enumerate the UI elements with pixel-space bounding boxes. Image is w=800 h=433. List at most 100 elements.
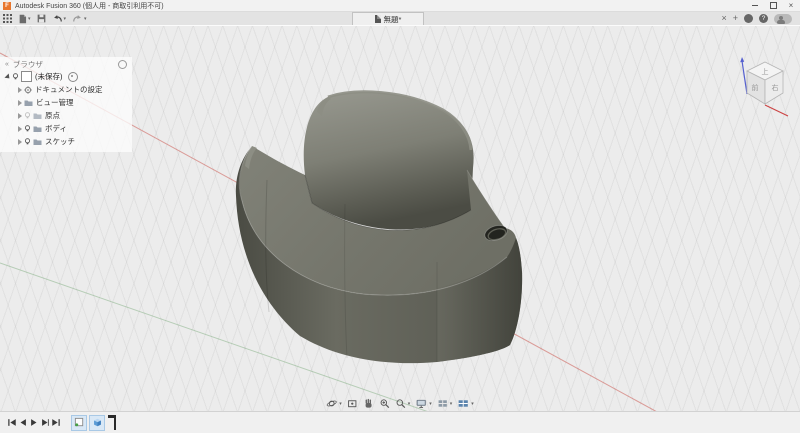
browser-panel: « ブラウザ (未保存) ドキュメントの設定 bbox=[0, 57, 132, 152]
job-status-icon[interactable] bbox=[744, 14, 753, 23]
display-settings-icon[interactable] bbox=[68, 72, 78, 82]
redo-icon bbox=[72, 14, 83, 23]
browser-item-label[interactable]: ドキュメントの設定 bbox=[35, 84, 103, 95]
skip-start-icon bbox=[7, 418, 17, 427]
visibility-bulb-icon[interactable] bbox=[24, 138, 31, 145]
collapsed-triangle-icon[interactable] bbox=[18, 87, 22, 93]
collapsed-triangle-icon[interactable] bbox=[18, 126, 22, 132]
navigation-bar: ▾ bbox=[326, 398, 474, 409]
step-back-button[interactable] bbox=[17, 416, 28, 429]
undo-button[interactable]: ▾ bbox=[52, 13, 67, 24]
sketch-feature[interactable] bbox=[71, 415, 87, 431]
expand-triangle-icon[interactable] bbox=[4, 73, 11, 80]
zoom-icon bbox=[395, 398, 406, 409]
app-grid-menu-button[interactable] bbox=[3, 13, 12, 24]
fusion-logo-icon: F bbox=[3, 2, 11, 10]
window-title: Autodesk Fusion 360 (個人用 - 商取引利用不可) bbox=[15, 1, 164, 11]
browser-item-label[interactable]: ビュー管理 bbox=[36, 97, 74, 108]
tab-bar-right-cluster: × + ? bbox=[721, 14, 800, 24]
user-avatar[interactable] bbox=[774, 14, 792, 24]
document-icon bbox=[375, 15, 381, 23]
collapsed-triangle-icon[interactable] bbox=[18, 100, 22, 106]
file-menu-button[interactable]: ▾ bbox=[18, 13, 31, 24]
skip-to-start-button[interactable] bbox=[6, 416, 17, 429]
dropdown-arrow: ▾ bbox=[84, 16, 87, 22]
play-button[interactable] bbox=[28, 416, 39, 429]
timeline-playback-controls bbox=[6, 416, 61, 429]
minimize-button[interactable] bbox=[746, 0, 764, 11]
extrude-feature[interactable] bbox=[89, 415, 105, 431]
dropdown-arrow: ▾ bbox=[408, 401, 411, 407]
pan-button[interactable] bbox=[363, 398, 374, 409]
viewcube-z-axis bbox=[742, 61, 747, 94]
file-icon bbox=[18, 14, 27, 24]
step-forward-icon bbox=[40, 418, 50, 427]
pan-icon bbox=[363, 398, 374, 409]
collapse-panel-icon[interactable]: « bbox=[5, 61, 9, 68]
step-back-icon bbox=[18, 418, 28, 427]
collapsed-triangle-icon[interactable] bbox=[18, 139, 22, 145]
display-settings-icon bbox=[415, 398, 427, 409]
zoom-window-button[interactable] bbox=[379, 398, 390, 409]
timeline-position-marker[interactable] bbox=[108, 415, 117, 430]
restore-button[interactable] bbox=[764, 0, 782, 11]
marker-stem bbox=[114, 415, 116, 430]
browser-root-row[interactable]: (未保存) bbox=[0, 70, 132, 83]
visibility-bulb-icon[interactable] bbox=[24, 125, 31, 132]
dropdown-arrow: ▾ bbox=[429, 401, 432, 407]
document-tab[interactable]: 無題* bbox=[352, 12, 424, 25]
folder-icon bbox=[33, 125, 42, 133]
viewport-canvas[interactable]: « ブラウザ (未保存) ドキュメントの設定 bbox=[0, 26, 800, 412]
undo-icon bbox=[52, 14, 63, 23]
help-button[interactable]: ? bbox=[759, 14, 768, 23]
browser-info-icon[interactable] bbox=[118, 60, 127, 69]
browser-row-view-management[interactable]: ビュー管理 bbox=[0, 96, 132, 109]
skip-end-icon bbox=[51, 418, 61, 427]
skip-to-end-button[interactable] bbox=[50, 416, 61, 429]
orbit-button[interactable]: ▾ bbox=[326, 398, 342, 409]
root-document-label[interactable]: (未保存) bbox=[35, 71, 63, 82]
browser-row-origin[interactable]: 原点 bbox=[0, 109, 132, 122]
folder-icon bbox=[33, 138, 42, 146]
visibility-bulb-icon[interactable] bbox=[12, 73, 19, 80]
viewports-icon bbox=[457, 398, 469, 409]
visibility-bulb-off-icon[interactable] bbox=[24, 112, 31, 119]
document-node-icon bbox=[21, 71, 32, 82]
close-icon: × bbox=[789, 2, 794, 10]
browser-row-document-settings[interactable]: ドキュメントの設定 bbox=[0, 83, 132, 96]
document-tab-bar: ▾ ▾ ▾ 無題* × + ? bbox=[0, 12, 800, 25]
collapsed-triangle-icon[interactable] bbox=[18, 113, 22, 119]
close-tab-button[interactable]: × bbox=[721, 14, 726, 23]
new-tab-button[interactable]: + bbox=[733, 14, 738, 23]
browser-item-label[interactable]: スケッチ bbox=[45, 136, 75, 147]
redo-button[interactable]: ▾ bbox=[72, 13, 87, 24]
browser-title: ブラウザ bbox=[13, 59, 43, 70]
viewports-button[interactable]: ▾ bbox=[457, 398, 474, 409]
window-controls: × bbox=[746, 0, 800, 11]
gear-icon bbox=[24, 86, 32, 94]
save-button[interactable] bbox=[37, 13, 46, 24]
folder-icon bbox=[33, 112, 42, 120]
browser-item-label[interactable]: 原点 bbox=[45, 110, 60, 121]
timeline-features bbox=[71, 415, 117, 431]
dropdown-arrow: ▾ bbox=[471, 401, 474, 407]
minimize-icon bbox=[752, 5, 758, 6]
viewcube-z-arrow bbox=[740, 57, 744, 62]
extrude-feature-icon bbox=[92, 417, 103, 428]
browser-header: « ブラウザ bbox=[0, 59, 132, 70]
browser-row-bodies[interactable]: ボディ bbox=[0, 122, 132, 135]
dropdown-arrow: ▾ bbox=[450, 401, 453, 407]
title-bar: F Autodesk Fusion 360 (個人用 - 商取引利用不可) × bbox=[0, 0, 800, 12]
close-button[interactable]: × bbox=[782, 0, 800, 11]
view-cube[interactable]: 上 前 右 bbox=[738, 56, 794, 123]
grid-settings-button[interactable]: ▾ bbox=[437, 398, 453, 409]
browser-row-sketches[interactable]: スケッチ bbox=[0, 135, 132, 148]
browser-item-label[interactable]: ボディ bbox=[45, 123, 67, 134]
zoom-button[interactable]: ▾ bbox=[395, 398, 411, 409]
look-at-icon bbox=[347, 398, 358, 409]
look-at-button[interactable] bbox=[347, 398, 358, 409]
grid-icon bbox=[437, 398, 448, 409]
step-forward-button[interactable] bbox=[39, 416, 50, 429]
pipe-clip-body[interactable] bbox=[236, 92, 522, 363]
display-settings-button[interactable]: ▾ bbox=[415, 398, 432, 409]
